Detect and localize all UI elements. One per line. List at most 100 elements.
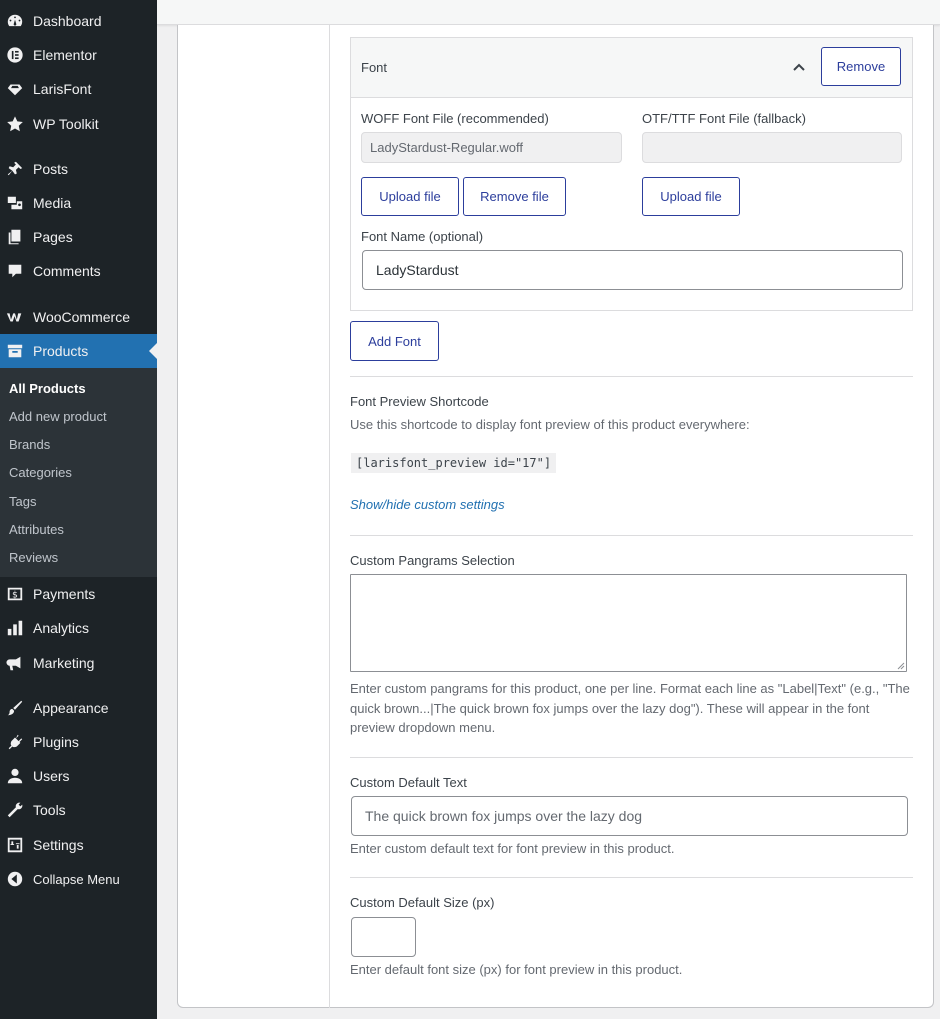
font-name-input[interactable]: LadyStardust — [362, 250, 903, 290]
sidebar-item-label: Settings — [33, 837, 84, 853]
collapse-menu-button[interactable]: Collapse Menu — [0, 862, 157, 896]
font-item-header[interactable]: Font Remove — [351, 38, 912, 98]
sidebar-item-label: Marketing — [33, 655, 95, 671]
default-text-input[interactable]: The quick brown fox jumps over the lazy … — [351, 796, 908, 836]
megaphone-icon — [5, 653, 25, 673]
sidebar-item-label: Appearance — [33, 700, 109, 716]
comment-icon — [5, 261, 25, 281]
diamond-icon — [5, 79, 25, 99]
admin-sidebar: Dashboard Elementor LarisFont WP Toolkit… — [0, 0, 157, 1019]
shortcode-description: Use this shortcode to display font previ… — [350, 417, 750, 432]
submenu-item-reviews[interactable]: Reviews — [9, 550, 58, 565]
sidebar-item-label: Analytics — [33, 620, 90, 636]
sidebar-item-media[interactable]: Media — [0, 186, 157, 220]
default-text-label: Custom Default Text — [350, 775, 467, 790]
dashboard-icon — [5, 11, 25, 31]
settings-icon — [5, 835, 25, 855]
top-bar — [157, 0, 940, 25]
brush-icon — [5, 698, 25, 718]
sidebar-item-label: Tools — [33, 802, 66, 818]
default-size-input[interactable] — [351, 917, 416, 957]
sidebar-item-label: Elementor — [33, 47, 97, 63]
archive-icon — [5, 341, 25, 361]
otf-label: OTF/TTF Font File (fallback) — [642, 111, 806, 126]
sidebar-item-label: Comments — [33, 263, 101, 279]
sidebar-item-marketing[interactable]: Marketing — [0, 646, 157, 680]
sidebar-item-label: LarisFont — [33, 81, 92, 97]
sidebar-item-label: WooCommerce — [33, 309, 130, 325]
sidebar-item-label: Pages — [33, 229, 73, 245]
sidebar-item-dashboard[interactable]: Dashboard — [0, 4, 157, 38]
sidebar-item-label: Payments — [33, 586, 96, 602]
collapse-icon — [5, 869, 25, 889]
sidebar-item-products[interactable]: Products — [0, 334, 157, 368]
sidebar-item-label: Products — [33, 343, 89, 359]
chevron-up-icon[interactable] — [791, 59, 807, 75]
payments-icon: $ — [5, 584, 25, 604]
sidebar-item-label: WP Toolkit — [33, 116, 99, 132]
sidebar-item-label: Media — [33, 195, 72, 211]
sidebar-item-label: Dashboard — [33, 13, 102, 29]
media-icon — [5, 193, 25, 213]
submenu-item-tags[interactable]: Tags — [9, 494, 36, 509]
font-name-label: Font Name (optional) — [361, 229, 484, 244]
default-size-label: Custom Default Size (px) — [350, 895, 495, 910]
bar-chart-icon — [5, 618, 25, 638]
products-submenu: All Products Add new product Brands Cate… — [0, 368, 157, 577]
pages-icon — [5, 227, 25, 247]
shortcode-title: Font Preview Shortcode — [350, 394, 489, 409]
otf-file-field[interactable] — [642, 132, 902, 163]
submenu-item-brands[interactable]: Brands — [9, 437, 50, 452]
star-icon — [5, 114, 25, 134]
wrench-icon — [5, 800, 25, 820]
divider — [350, 535, 913, 536]
otf-upload-button[interactable]: Upload file — [642, 177, 740, 216]
divider — [350, 376, 913, 377]
submenu-item-all-products[interactable]: All Products — [9, 381, 86, 396]
sidebar-item-larisfont[interactable]: LarisFont — [0, 72, 157, 106]
sidebar-item-woocommerce[interactable]: WooCommerce — [0, 300, 157, 334]
pangrams-textarea[interactable] — [350, 574, 907, 672]
woff-label: WOFF Font File (recommended) — [361, 111, 549, 126]
user-icon — [5, 766, 25, 786]
plugin-icon — [5, 732, 25, 752]
active-indicator — [149, 343, 157, 359]
elementor-icon — [5, 45, 25, 65]
sidebar-item-wp-toolkit[interactable]: WP Toolkit — [0, 107, 157, 141]
sidebar-item-elementor[interactable]: Elementor — [0, 38, 157, 72]
woff-upload-button[interactable]: Upload file — [361, 177, 459, 216]
sidebar-item-tools[interactable]: Tools — [0, 793, 157, 827]
add-font-button[interactable]: Add Font — [350, 321, 439, 361]
sidebar-item-label: Posts — [33, 161, 69, 177]
sidebar-item-users[interactable]: Users — [0, 759, 157, 793]
sidebar-item-posts[interactable]: Posts — [0, 152, 157, 186]
sidebar-item-plugins[interactable]: Plugins — [0, 725, 157, 759]
resize-grip-icon[interactable] — [897, 662, 905, 670]
submenu-item-categories[interactable]: Categories — [9, 465, 72, 480]
toggle-custom-settings-link[interactable]: Show/hide custom settings — [350, 497, 505, 512]
divider — [350, 757, 913, 758]
remove-font-button[interactable]: Remove — [821, 47, 901, 86]
woff-remove-file-button[interactable]: Remove file — [463, 177, 566, 216]
sidebar-item-payments[interactable]: $ Payments — [0, 577, 157, 611]
sidebar-item-label: Users — [33, 768, 70, 784]
svg-text:$: $ — [12, 591, 18, 601]
pangrams-help: Enter custom pangrams for this product, … — [350, 681, 910, 735]
default-text-help: Enter custom default text for font previ… — [350, 841, 675, 856]
submenu-item-attributes[interactable]: Attributes — [9, 522, 64, 537]
pangrams-label: Custom Pangrams Selection — [350, 553, 515, 568]
sidebar-item-analytics[interactable]: Analytics — [0, 611, 157, 645]
divider — [350, 877, 913, 878]
sidebar-item-appearance[interactable]: Appearance — [0, 691, 157, 725]
sidebar-item-comments[interactable]: Comments — [0, 254, 157, 288]
sidebar-item-settings[interactable]: Settings — [0, 828, 157, 862]
shortcode-code[interactable]: [larisfont_preview id="17"] — [351, 453, 557, 473]
woff-file-field[interactable]: LadyStardust-Regular.woff — [361, 132, 622, 163]
submenu-item-add-new-product[interactable]: Add new product — [9, 409, 107, 424]
default-size-help: Enter default font size (px) for font pr… — [350, 962, 683, 977]
sidebar-item-label: Plugins — [33, 734, 79, 750]
sidebar-item-label: Collapse Menu — [33, 871, 120, 887]
sidebar-item-pages[interactable]: Pages — [0, 220, 157, 254]
woocommerce-icon — [5, 307, 25, 327]
font-item-title: Font — [361, 60, 388, 75]
